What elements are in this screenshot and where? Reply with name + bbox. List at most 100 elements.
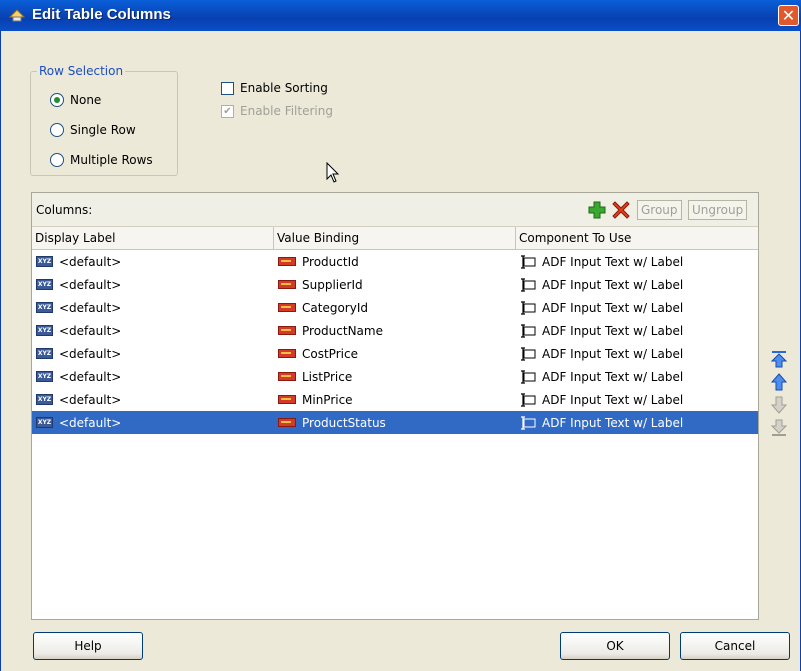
display-label-cell: XYZ <default>: [36, 296, 121, 319]
value-binding-cell: ProductName: [278, 319, 383, 342]
component-cell[interactable]: ADF Input Text w/ Label: [520, 411, 683, 434]
radio-button-icon[interactable]: [50, 93, 64, 107]
table-row[interactable]: XYZ <default> MinPrice ADF Input Text w/ La…: [32, 388, 758, 411]
column-header-component[interactable]: Component To Use: [516, 227, 758, 249]
value-binding-cell: ListPrice: [278, 365, 352, 388]
binding-icon: [278, 303, 296, 312]
component-cell[interactable]: ADF Input Text w/ Label: [520, 250, 683, 273]
component-cell[interactable]: ADF Input Text w/ Label: [520, 319, 683, 342]
input-text-icon: [520, 369, 542, 384]
radio-single-row[interactable]: Single Row: [50, 121, 136, 139]
radio-multiple-rows[interactable]: Multiple Rows: [50, 151, 153, 169]
component-cell[interactable]: ADF Input Text w/ Label: [520, 273, 683, 296]
cancel-button[interactable]: Cancel: [680, 632, 790, 660]
table-row[interactable]: XYZ <default> ListPrice ADF Input Text w/ L…: [32, 365, 758, 388]
radio-multiple-rows-label: Multiple Rows: [70, 153, 153, 167]
add-icon[interactable]: [588, 201, 606, 219]
binding-icon: [278, 257, 296, 266]
column-header-value-binding[interactable]: Value Binding: [274, 227, 516, 249]
table-row[interactable]: XYZ <default> CategoryId ADF Input Text w/ …: [32, 296, 758, 319]
label-text-icon: XYZ: [36, 325, 53, 336]
value-binding-cell: SupplierId: [278, 273, 363, 296]
component-text: ADF Input Text w/ Label: [542, 415, 684, 430]
radio-button-icon[interactable]: [50, 153, 64, 167]
display-label-text: <default>: [59, 369, 122, 384]
window-title: Edit Table Columns: [32, 6, 171, 23]
input-text-icon: [520, 392, 542, 407]
value-binding-cell: CategoryId: [278, 296, 368, 319]
value-binding-text: CategoryId: [302, 300, 368, 315]
component-cell[interactable]: ADF Input Text w/ Label: [520, 365, 683, 388]
value-binding-cell: CostPrice: [278, 342, 358, 365]
row-selection-legend: Row Selection: [39, 64, 124, 78]
enable-sorting-checkbox[interactable]: Enable Sorting: [221, 79, 328, 97]
table-header: Display Label Value Binding Component To…: [32, 227, 758, 250]
component-text: ADF Input Text w/ Label: [542, 323, 684, 338]
label-text-icon: XYZ: [36, 279, 53, 290]
checkmark-icon: ✔: [221, 104, 234, 118]
input-text-icon: [520, 323, 542, 338]
component-text: ADF Input Text w/ Label: [542, 369, 684, 384]
display-label-text: <default>: [59, 346, 122, 361]
component-cell[interactable]: ADF Input Text w/ Label: [520, 342, 683, 365]
radio-single-row-label: Single Row: [70, 123, 136, 137]
component-text: ADF Input Text w/ Label: [542, 392, 684, 407]
help-button[interactable]: Help: [33, 632, 143, 660]
enable-filtering-label: Enable Filtering: [240, 104, 333, 118]
radio-none[interactable]: None: [50, 91, 101, 109]
value-binding-text: ListPrice: [302, 369, 353, 384]
display-label-cell: XYZ <default>: [36, 411, 121, 434]
display-label-cell: XYZ <default>: [36, 388, 121, 411]
display-label-cell: XYZ <default>: [36, 342, 121, 365]
radio-none-label: None: [70, 93, 102, 107]
input-text-icon: [520, 346, 542, 361]
table-row[interactable]: XYZ <default> ProductStatus ADF Input Text …: [32, 411, 758, 434]
enable-filtering-checkbox: ✔ Enable Filtering: [221, 102, 333, 120]
columns-label: Columns:: [36, 203, 93, 217]
display-label-text: <default>: [59, 277, 122, 292]
display-label-cell: XYZ <default>: [36, 273, 121, 296]
binding-icon: [278, 418, 296, 427]
label-text-icon: XYZ: [36, 302, 53, 313]
value-binding-text: ProductId: [302, 254, 359, 269]
display-label-text: <default>: [59, 323, 122, 338]
label-text-icon: XYZ: [36, 348, 53, 359]
value-binding-text: SupplierId: [302, 277, 363, 292]
move-up-icon[interactable]: [769, 372, 789, 392]
value-binding-text: ProductStatus: [302, 415, 386, 430]
move-to-bottom-icon: [770, 419, 788, 436]
binding-icon: [278, 349, 296, 358]
checkbox-icon[interactable]: [221, 81, 234, 95]
component-text: ADF Input Text w/ Label: [542, 346, 684, 361]
table-row[interactable]: XYZ <default> ProductName ADF Input Text w/…: [32, 319, 758, 342]
table-row[interactable]: XYZ <default> CostPrice ADF Input Text w/ L…: [32, 342, 758, 365]
table-row[interactable]: XYZ <default> SupplierId ADF Input Text w/ …: [32, 273, 758, 296]
display-label-cell: XYZ <default>: [36, 250, 121, 273]
input-text-icon: [520, 254, 542, 269]
move-to-top-icon[interactable]: [769, 349, 789, 369]
delete-icon[interactable]: [612, 201, 630, 219]
close-button[interactable]: ✕: [778, 5, 799, 26]
component-text: ADF Input Text w/ Label: [542, 254, 684, 269]
radio-button-icon[interactable]: [50, 123, 64, 137]
binding-icon: [278, 395, 296, 404]
ungroup-button: Ungroup: [688, 200, 748, 220]
value-binding-cell: MinPrice: [278, 388, 353, 411]
label-text-icon: XYZ: [36, 417, 53, 428]
group-button: Group: [637, 200, 682, 220]
display-label-text: <default>: [59, 254, 122, 269]
mouse-pointer-icon: [326, 162, 340, 183]
column-header-display-label[interactable]: Display Label: [32, 227, 274, 249]
component-cell[interactable]: ADF Input Text w/ Label: [520, 296, 683, 319]
value-binding-text: MinPrice: [302, 392, 353, 407]
title-bar: Edit Table Columns ✕: [0, 0, 801, 31]
display-label-text: <default>: [59, 300, 122, 315]
component-cell[interactable]: ADF Input Text w/ Label: [520, 388, 683, 411]
display-label-cell: XYZ <default>: [36, 365, 121, 388]
display-label-text: <default>: [59, 415, 122, 430]
value-binding-text: ProductName: [302, 323, 383, 338]
ok-button[interactable]: OK: [560, 632, 670, 660]
table-row[interactable]: XYZ <default> ProductId ADF Input Text w/ L…: [32, 250, 758, 273]
move-down-icon: [770, 396, 788, 414]
label-text-icon: XYZ: [36, 371, 53, 382]
